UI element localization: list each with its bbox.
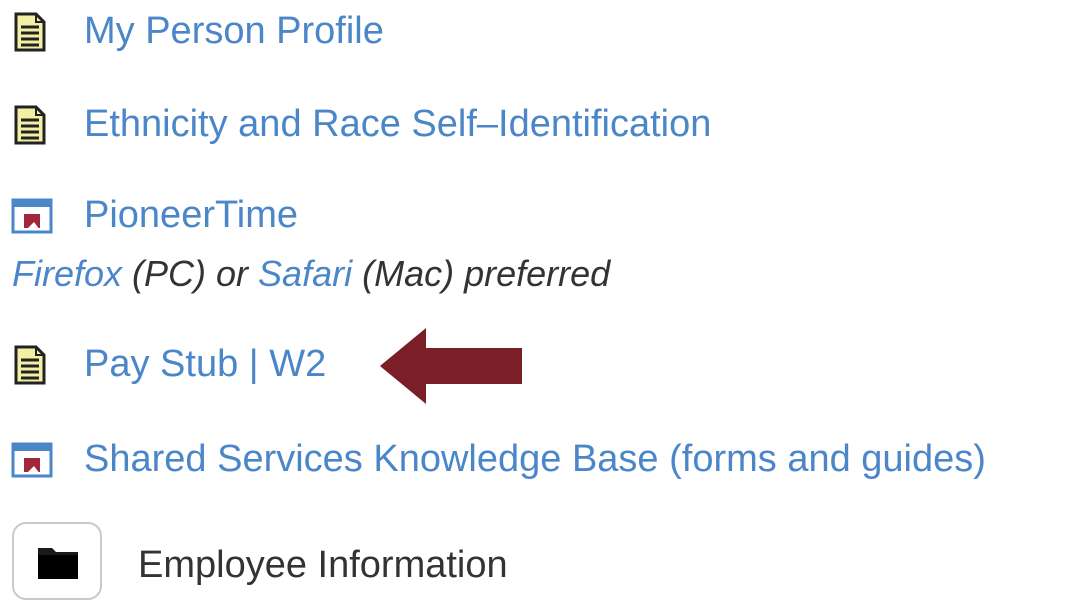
section-title: Employee Information [138,544,508,586]
folder-icon [38,548,78,579]
safari-link[interactable]: Safari [258,253,352,294]
window-icon [11,442,53,478]
document-icon [14,12,46,52]
ethnicity-race-link[interactable]: Ethnicity and Race Self–Identification [84,105,711,143]
pay-stub-link[interactable]: Pay Stub [84,345,238,383]
pioneertime-link[interactable]: PioneerTime [84,196,298,234]
window-icon [11,198,53,234]
knowledge-base-link[interactable]: Shared Services Knowledge Base (forms an… [84,440,986,478]
mac-text: (Mac) preferred [352,253,611,294]
my-person-profile-link[interactable]: My Person Profile [84,12,384,50]
firefox-link[interactable]: Firefox [12,253,122,294]
document-icon [14,345,46,385]
pc-text: (PC) or [122,253,259,294]
arrow-left-icon [380,328,522,404]
w2-link[interactable]: W2 [269,345,326,383]
browser-preference-note: Firefox (PC) or Safari (Mac) preferred [12,256,610,292]
link-separator: | [238,343,270,385]
employee-information-folder-button[interactable] [12,522,102,600]
document-icon [14,105,46,145]
